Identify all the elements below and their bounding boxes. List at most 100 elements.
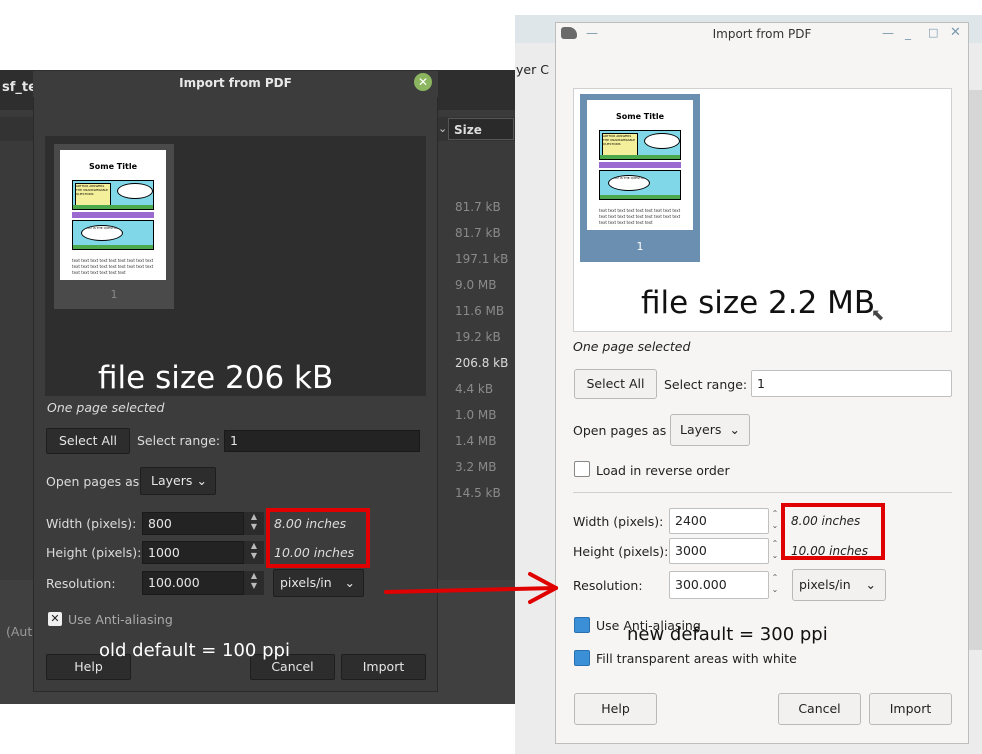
annotation-red-box-left [266,508,370,568]
file-size-item: 197.1 kB [455,252,509,266]
chevron-down-icon: ⌄ [344,575,355,590]
select-range-label: Select range: [137,433,221,448]
background-bottom-text: (Aut [6,624,33,639]
chevron-down-icon[interactable]: ⌄ [438,122,447,135]
fill-white-checkbox[interactable] [574,650,590,666]
comic-grass [73,245,153,249]
page-title-text: Some Title [616,112,664,121]
select-all-button[interactable]: Select All [46,428,130,454]
resolution-unit-value: pixels/in [799,577,851,592]
file-size-item: 19.2 kB [455,330,501,344]
reverse-order-checkbox[interactable] [574,461,590,477]
page-image: Some Title ARTHUR ANSWERS THE UNANSWERAB… [587,100,693,230]
chevron-down-icon: ⌄ [196,473,207,488]
file-size-item: 11.6 MB [455,304,505,318]
speech-bubble [644,133,680,149]
chevron-down-icon: ⌄ [729,422,740,437]
import-button[interactable]: Import [341,654,426,680]
antialias-checkbox[interactable] [574,617,590,633]
background-menu-text[interactable]: yer C [516,62,549,77]
mouse-cursor-icon: ⬉ [871,305,885,324]
annotation-file-size-right: file size 2.2 MB [641,285,876,321]
help-button[interactable]: Help [574,693,657,725]
resolution-input[interactable]: 100.000 [142,571,244,595]
antialias-checkbox[interactable]: ✕ [48,612,62,626]
height-input[interactable]: 3000 [669,538,769,564]
selection-status: One page selected [47,400,165,415]
annotation-file-size-left: file size 206 kB [98,360,334,396]
annotation-red-box-right [781,503,885,560]
resolution-label: Resolution: [573,578,643,593]
resolution-spinner[interactable]: ⌃ ⌄ [769,572,781,598]
comic-grass [73,205,153,209]
page-image: Some Title ARTHUR ANSWERS THE UNANSWERAB… [60,150,166,280]
column-header-size[interactable]: Size [448,118,514,140]
comic-panel: ARTHUR ANSWERS THE UNANSWERABLE QUESTION… [599,130,681,160]
width-spinner[interactable]: ▲ ▼ [244,512,264,535]
annotation-default-left: old default = 100 ppi [99,640,290,661]
selection-status: One page selected [573,339,691,354]
file-size-item: 1.0 MB [455,408,497,422]
comic-grass [600,195,680,199]
height-spinner[interactable]: ▲ ▼ [244,541,264,564]
open-pages-value: Layers [151,473,193,488]
resolution-unit-select[interactable]: pixels/in ⌄ [792,569,886,601]
width-label: Width (pixels): [46,516,137,531]
file-size-item: 4.4 kB [455,382,494,396]
width-label: Width (pixels): [573,514,664,529]
page-title-text: Some Title [89,162,137,171]
width-input[interactable]: 800 [142,512,244,535]
select-range-label: Select range: [664,377,748,392]
dialog-title: Import from PDF [33,71,438,97]
minimize-icon[interactable]: _ [905,26,911,40]
resolution-label: Resolution: [46,576,116,591]
resolution-input[interactable]: 300.000 [669,571,769,599]
close-icon[interactable]: ✕ [950,25,961,40]
annotation-arrow [384,572,558,604]
annotation-default-right: new default = 300 ppi [627,624,828,645]
resolution-spinner[interactable]: ▲ ▼ [244,571,264,595]
resolution-unit-value: pixels/in [280,575,332,590]
comic-panel: ARTHUR ANSWERS THE UNANSWERABLE QUESTION… [72,180,154,210]
page-number: 1 [636,240,644,253]
open-pages-label: Open pages as [573,423,667,438]
select-all-button[interactable]: Select All [574,369,657,399]
file-size-item: 81.7 kB [455,226,501,240]
file-size-item: 1.4 MB [455,434,497,448]
comic-divider [72,212,154,218]
height-label: Height (pixels): [46,545,142,560]
width-spinner[interactable]: ⌃ ⌄ [769,508,781,534]
comic-grass [600,155,680,159]
fill-white-label: Fill transparent areas with white [596,651,797,666]
import-button[interactable]: Import [869,693,952,725]
page-body-text: text text text text text text text text … [599,208,681,225]
open-pages-select[interactable]: Layers ⌄ [140,467,216,495]
cancel-button[interactable]: Cancel [778,693,861,725]
open-pages-label: Open pages as [46,474,140,489]
file-size-item: 14.5 kB [455,486,501,500]
file-size-item: 9.0 MB [455,278,497,292]
resolution-unit-select[interactable]: pixels/in ⌄ [273,569,364,597]
select-range-input[interactable]: 1 [224,430,420,452]
separator [573,492,952,493]
maximize-icon[interactable]: □ [928,26,938,39]
page-body-text: text text text text text text text text … [72,258,154,275]
file-size-item: 206.8 kB [455,356,509,370]
antialias-label: Use Anti-aliasing [68,612,173,627]
width-input[interactable]: 2400 [669,508,769,534]
background-tab-label[interactable]: sf_te [2,80,37,95]
speech-bubble: WHAT IS THE QUESTION? [608,175,650,191]
height-input[interactable]: 1000 [142,541,244,564]
page-number: 1 [110,288,118,301]
file-size-item: 3.2 MB [455,460,497,474]
file-size-item: 81.7 kB [455,200,501,214]
reverse-order-label: Load in reverse order [596,463,730,478]
speech-bubble: WHAT IS THE QUESTION? [81,225,123,241]
open-pages-select[interactable]: Layers ⌄ [670,414,750,446]
select-range-input[interactable]: 1 [751,370,952,397]
height-spinner[interactable]: ⌃ ⌄ [769,538,781,564]
comic-divider [599,162,681,168]
comic-panel: WHAT IS THE QUESTION? [72,220,154,250]
shade-icon[interactable]: — [882,26,894,40]
close-icon[interactable]: ✕ [414,73,432,91]
